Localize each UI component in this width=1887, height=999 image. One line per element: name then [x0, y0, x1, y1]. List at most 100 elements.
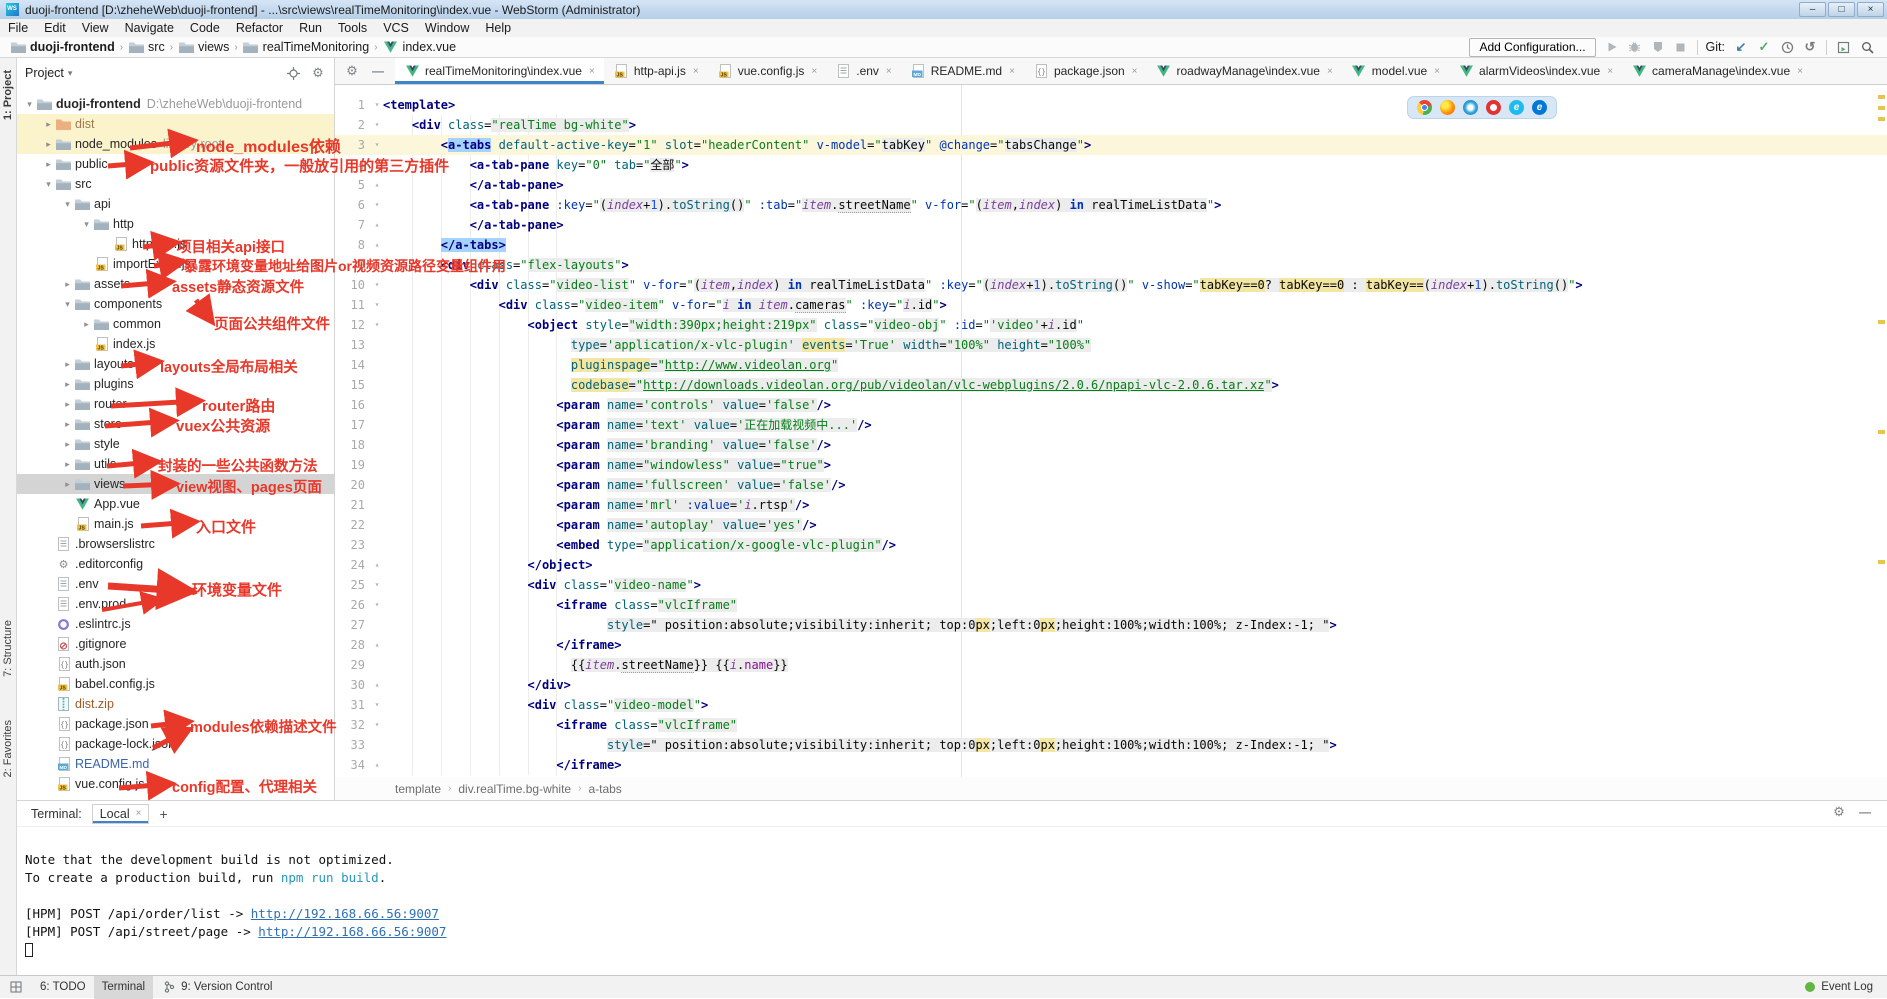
breadcrumb-item-src[interactable]: src — [128, 39, 165, 55]
status-event-log[interactable]: Event Log — [1821, 981, 1873, 993]
chevron-down-icon[interactable]: ▾ — [61, 199, 74, 210]
tree-item-auth.json[interactable]: {}auth.json — [17, 654, 334, 674]
status-version-control[interactable]: 9: Version Control — [153, 976, 280, 999]
terminal-output[interactable]: Note that the development build is not o… — [17, 827, 1887, 959]
tree-item-vue.config.js[interactable]: JSvue.config.js — [17, 774, 334, 794]
menu-file[interactable]: File — [0, 19, 36, 37]
editor-tab-roadwayManage-index.vue[interactable]: roadwayManage\index.vue× — [1147, 58, 1342, 84]
stripe-project-label[interactable]: 1: Project — [2, 70, 14, 120]
editor-breadcrumb-item[interactable]: template — [395, 782, 441, 796]
editor-tab-cameraManage-index.vue[interactable]: cameraManage\index.vue× — [1622, 58, 1812, 84]
stripe-structure-label[interactable]: 7: Structure — [2, 620, 14, 677]
chevron-right-icon[interactable]: ▸ — [61, 379, 74, 390]
tab-close-icon[interactable]: × — [886, 66, 892, 77]
toolwindow-icon[interactable] — [1835, 39, 1851, 55]
chevron-down-icon[interactable]: ▾ — [23, 99, 36, 110]
tree-item-index.js[interactable]: JSindex.js — [17, 334, 334, 354]
fold-marker-icon[interactable]: ▾ — [371, 315, 383, 335]
tab-close-icon[interactable]: × — [1132, 66, 1138, 77]
breadcrumb-item-views[interactable]: views — [178, 39, 229, 55]
status-terminal[interactable]: Terminal — [94, 976, 153, 999]
chevron-right-icon[interactable]: ▸ — [61, 279, 74, 290]
editor-tab-vue.config.js[interactable]: JSvue.config.js× — [708, 58, 827, 84]
editor-tab-.env[interactable]: .env× — [826, 58, 901, 84]
tree-item-babel.config.js[interactable]: JSbabel.config.js — [17, 674, 334, 694]
editor-tab-realTimeMonitoring-index.vue[interactable]: realTimeMonitoring\index.vue× — [395, 58, 604, 84]
editor-tab-model.vue[interactable]: model.vue× — [1342, 58, 1449, 84]
tree-item-plugins[interactable]: ▸plugins — [17, 374, 334, 394]
tree-item-main.js[interactable]: JSmain.js — [17, 514, 334, 534]
chevron-right-icon[interactable]: ▸ — [42, 139, 55, 150]
tree-item-assets[interactable]: ▸assets — [17, 274, 334, 294]
tree-item-duoji-frontend[interactable]: ▾duoji-frontendD:\zheheWeb\duoji-fronten… — [17, 94, 334, 114]
tree-item-.browserslistrc[interactable]: .browserslistrc — [17, 534, 334, 554]
tree-item-README.md[interactable]: MDREADME.md — [17, 754, 334, 774]
locate-icon[interactable] — [285, 65, 301, 81]
tree-item-dist.zip[interactable]: dist.zip — [17, 694, 334, 714]
tab-close-icon[interactable]: × — [1797, 66, 1803, 77]
code-editor[interactable]: 1▾<template>2▾ <div class="realTime bg-w… — [335, 85, 1887, 777]
tree-item-package-lock.json[interactable]: {}package-lock.json — [17, 734, 334, 754]
fold-marker-icon[interactable]: ▾ — [371, 595, 383, 615]
chrome-browser-icon[interactable] — [1417, 100, 1432, 115]
tab-close-icon[interactable]: × — [1434, 66, 1440, 77]
tree-item-style[interactable]: ▸style — [17, 434, 334, 454]
safari-browser-icon[interactable] — [1463, 100, 1478, 115]
tree-item-.gitignore[interactable]: .gitignore — [17, 634, 334, 654]
toolwindow-switcher-icon[interactable] — [0, 976, 32, 999]
editor-tab-package.json[interactable]: {}package.json× — [1024, 58, 1147, 84]
fold-marker-icon[interactable]: ▾ — [371, 295, 383, 315]
gear-icon[interactable]: ⚙ — [310, 65, 326, 81]
debug-icon[interactable] — [1627, 39, 1643, 55]
tree-item-http[interactable]: ▾http — [17, 214, 334, 234]
breadcrumb-item-realtimemonitoring[interactable]: realTimeMonitoring — [243, 39, 370, 55]
editor-tab-http-api.js[interactable]: JShttp-api.js× — [604, 58, 708, 84]
menu-vcs[interactable]: VCS — [375, 19, 417, 37]
fold-marker-icon[interactable]: ▴ — [371, 175, 383, 195]
tree-item-http-api.js[interactable]: JShttp-api.js — [17, 234, 334, 254]
close-button[interactable]: × — [1857, 2, 1884, 17]
menu-tools[interactable]: Tools — [330, 19, 375, 37]
ie-browser-icon[interactable]: e — [1509, 100, 1524, 115]
fold-marker-icon[interactable]: ▾ — [371, 255, 383, 275]
chevron-down-icon[interactable]: ▾ — [61, 299, 74, 310]
minimize-icon[interactable]: — — [1857, 804, 1873, 820]
tree-item-.eslintrc.js[interactable]: .eslintrc.js — [17, 614, 334, 634]
rollback-icon[interactable]: ↺ — [1802, 39, 1818, 55]
chevron-right-icon[interactable]: ▸ — [61, 419, 74, 430]
fold-marker-icon[interactable]: ▴ — [371, 675, 383, 695]
chevron-right-icon[interactable]: ▸ — [61, 399, 74, 410]
fold-marker-icon[interactable]: ▴ — [371, 215, 383, 235]
search-icon[interactable] — [1859, 39, 1875, 55]
tree-item-App.vue[interactable]: App.vue — [17, 494, 334, 514]
gear-icon[interactable]: ⚙ — [1831, 804, 1847, 820]
stripe-favorites-label[interactable]: 2: Favorites — [2, 720, 14, 777]
minimize-button[interactable]: – — [1799, 2, 1826, 17]
menu-refactor[interactable]: Refactor — [228, 19, 291, 37]
tree-item-api[interactable]: ▾api — [17, 194, 334, 214]
menu-navigate[interactable]: Navigate — [117, 19, 182, 37]
tab-close-icon[interactable]: × — [811, 66, 817, 77]
tree-item-.editorconfig[interactable]: ⚙.editorconfig — [17, 554, 334, 574]
menu-help[interactable]: Help — [477, 19, 519, 37]
gear-icon[interactable]: ⚙ — [344, 63, 360, 79]
tree-item-dist[interactable]: ▸dist — [17, 114, 334, 134]
history-icon[interactable] — [1779, 39, 1795, 55]
tree-item-common[interactable]: ▸common — [17, 314, 334, 334]
commit-icon[interactable]: ✓ — [1756, 39, 1772, 55]
opera-browser-icon[interactable] — [1486, 100, 1501, 115]
project-panel-header[interactable]: Project ▾ ⚙ — [17, 58, 334, 88]
tree-item-package.json[interactable]: {}package.json — [17, 714, 334, 734]
fold-marker-icon[interactable]: ▴ — [371, 555, 383, 575]
menu-window[interactable]: Window — [417, 19, 477, 37]
tree-item-public[interactable]: ▸public — [17, 154, 334, 174]
chevron-right-icon[interactable]: ▸ — [61, 439, 74, 450]
tab-close-icon[interactable]: × — [693, 66, 699, 77]
chevron-down-icon[interactable]: ▾ — [42, 179, 55, 190]
editor-breadcrumb-item[interactable]: a-tabs — [588, 782, 621, 796]
chevron-right-icon[interactable]: ▸ — [61, 479, 74, 490]
new-terminal-tab-button[interactable]: + — [159, 806, 167, 822]
terminal-link[interactable]: http://192.168.66.56:9007 — [258, 924, 446, 939]
tree-item-store[interactable]: ▸store — [17, 414, 334, 434]
breadcrumb-item-index.vue[interactable]: index.vue — [383, 39, 457, 55]
